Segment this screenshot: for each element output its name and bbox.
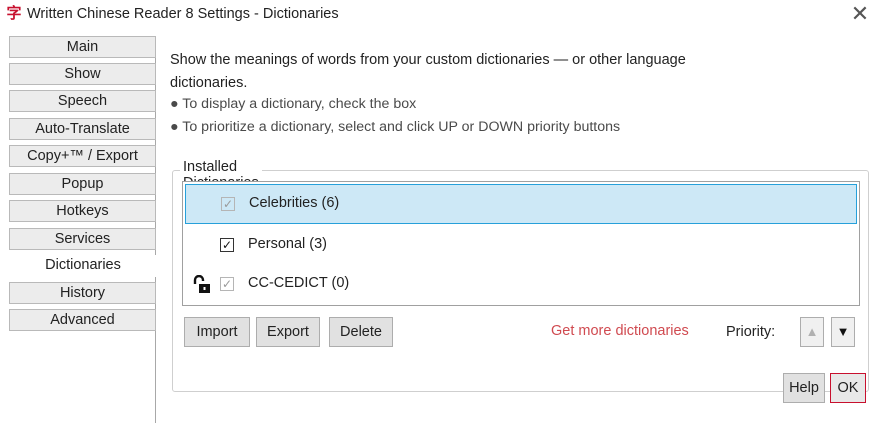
sidebar-item-speech[interactable]: Speech: [9, 90, 156, 112]
dictionary-list[interactable]: ✓ Celebrities (6) ✓ Personal (3) ✓ CC-CE…: [182, 181, 860, 306]
sidebar-item-hotkeys[interactable]: Hotkeys: [9, 200, 156, 222]
priority-label: Priority:: [726, 324, 776, 340]
window-title: Written Chinese Reader 8 Settings - Dict…: [27, 6, 339, 22]
import-button[interactable]: Import: [184, 317, 250, 347]
dictionary-label: CC-CEDICT (0): [248, 275, 350, 291]
get-more-dictionaries-link[interactable]: Get more dictionaries: [551, 323, 689, 339]
settings-sidebar: Main Show Speech Auto-Translate Copy+™ /…: [9, 36, 157, 423]
close-icon[interactable]: ✕: [847, 1, 873, 27]
instruction-display: ● To display a dictionary, check the box: [170, 96, 417, 112]
down-arrow-icon: ▼: [836, 324, 850, 339]
dictionary-checkbox[interactable]: ✓: [220, 238, 234, 252]
dictionary-checkbox: ✓: [220, 277, 234, 291]
sidebar-item-dictionaries[interactable]: Dictionaries: [9, 255, 157, 277]
title-bar: 字 Written Chinese Reader 8 Settings - Di…: [0, 0, 881, 30]
sidebar-item-advanced[interactable]: Advanced: [9, 309, 156, 331]
dictionary-row-cc-cedict[interactable]: ✓ CC-CEDICT (0): [185, 265, 857, 305]
dictionary-label: Celebrities (6): [249, 195, 340, 211]
dictionary-row-personal[interactable]: ✓ Personal (3): [185, 226, 857, 266]
description-text: Show the meanings of words from your cus…: [170, 52, 686, 68]
up-arrow-icon: ▲: [805, 324, 819, 339]
dictionary-label: Personal (3): [248, 236, 327, 252]
dictionary-row-celebrities[interactable]: ✓ Celebrities (6): [185, 184, 857, 224]
app-logo-icon: 字: [6, 5, 22, 22]
delete-button[interactable]: Delete: [329, 317, 393, 347]
sidebar-item-history[interactable]: History: [9, 282, 156, 304]
instruction-prioritize: ● To prioritize a dictionary, select and…: [170, 119, 621, 135]
sidebar-item-show[interactable]: Show: [9, 63, 156, 85]
unlocked-padlock-icon: [193, 275, 210, 293]
sidebar-item-popup[interactable]: Popup: [9, 173, 156, 195]
export-button[interactable]: Export: [256, 317, 320, 347]
sidebar-item-main[interactable]: Main: [9, 36, 156, 58]
priority-down-button[interactable]: ▼: [831, 317, 855, 347]
priority-up-button[interactable]: ▲: [800, 317, 824, 347]
ok-button[interactable]: OK: [830, 373, 866, 403]
help-button[interactable]: Help: [783, 373, 825, 403]
description-text-continued: dictionaries.: [170, 75, 248, 91]
sidebar-item-auto-translate[interactable]: Auto-Translate: [9, 118, 156, 140]
sidebar-item-copy-export[interactable]: Copy+™ / Export: [9, 145, 156, 167]
sidebar-item-services[interactable]: Services: [9, 228, 156, 250]
dictionary-checkbox: ✓: [221, 197, 235, 211]
